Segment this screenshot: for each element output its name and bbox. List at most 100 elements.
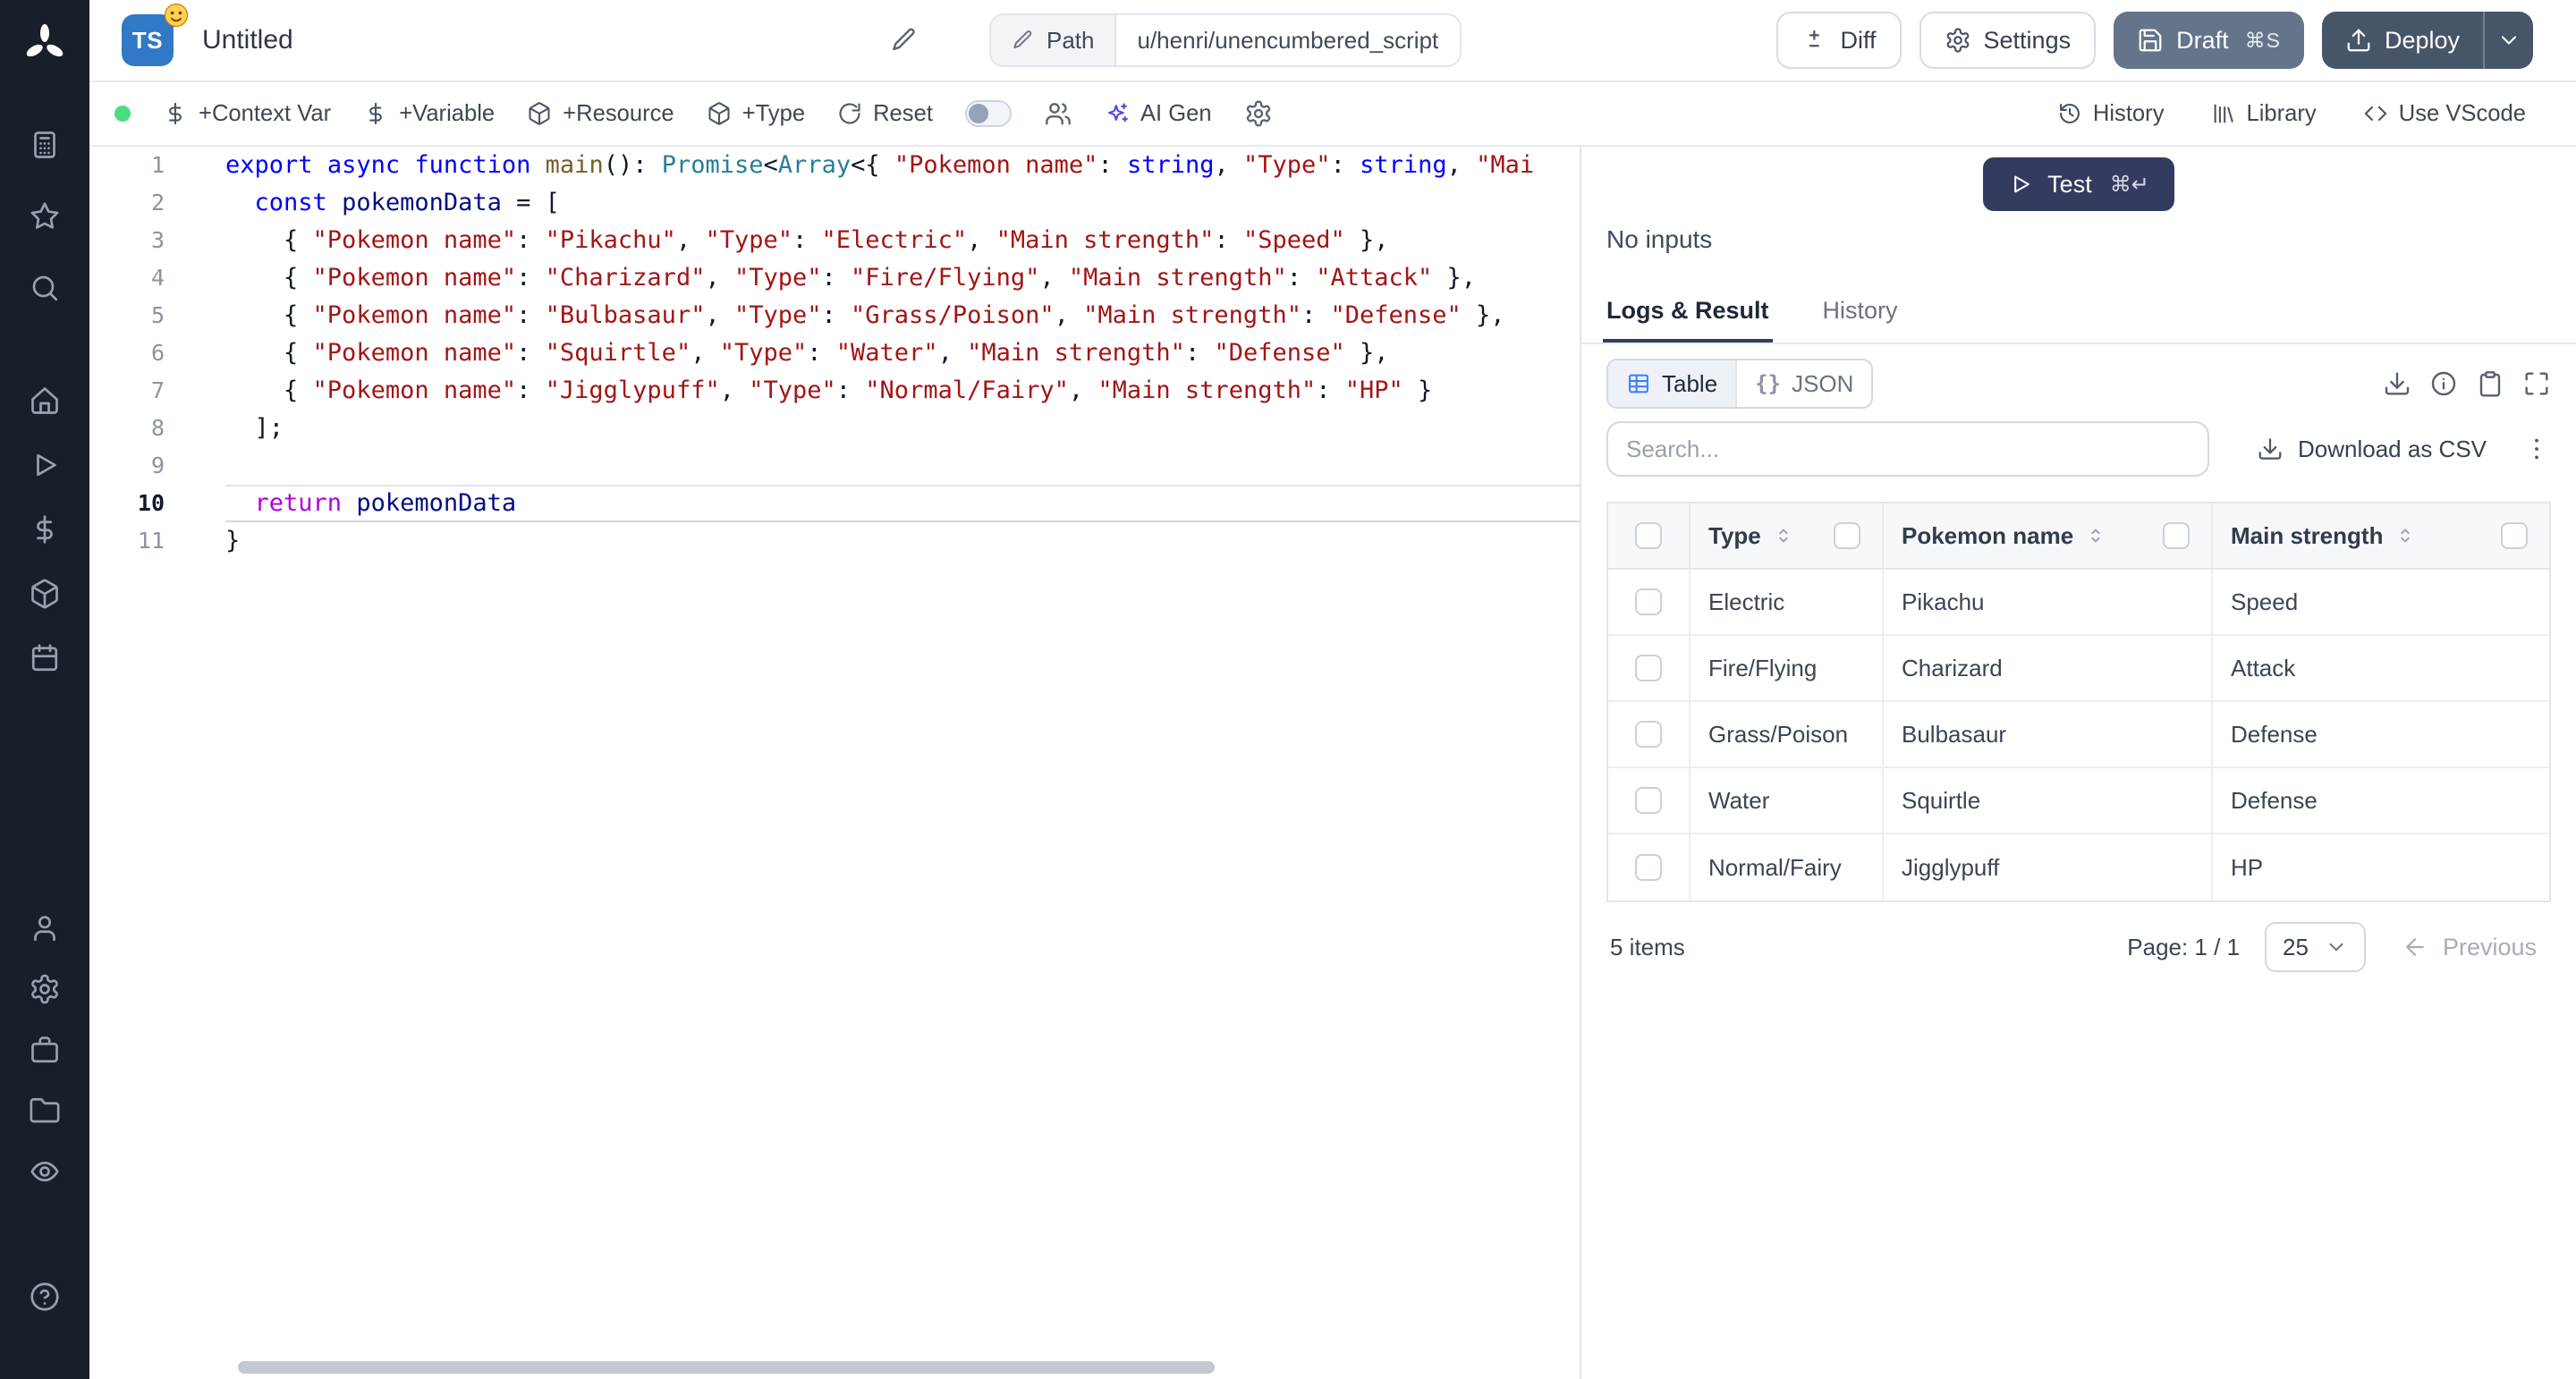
history-button[interactable]: History xyxy=(2057,101,2165,127)
expand-icon[interactable] xyxy=(2522,369,2551,398)
column-checkbox[interactable] xyxy=(2163,522,2190,549)
ai-gen-button[interactable]: AI Gen xyxy=(1105,101,1212,127)
sidebar-item-user user-icon[interactable] xyxy=(29,912,61,944)
view-json-button[interactable]: {} JSON xyxy=(1735,360,1871,407)
code-line-9[interactable]: 9 xyxy=(89,447,1580,485)
table-row[interactable]: Grass/PoisonBulbasaurDefense xyxy=(1608,702,2549,768)
line-number: 8 xyxy=(89,410,165,447)
table-row[interactable]: WaterSquirtleDefense xyxy=(1608,768,2549,834)
sidebar-item-search search-icon[interactable] xyxy=(29,272,61,304)
sidebar-item-help help-icon[interactable] xyxy=(29,1281,61,1313)
sort-icon[interactable] xyxy=(2084,524,2107,547)
draft-shortcut: ⌘S xyxy=(2245,29,2281,53)
sidebar-item-star star-icon[interactable] xyxy=(29,200,61,233)
code-line-8[interactable]: 8 ]; xyxy=(89,410,1580,447)
code-line-11[interactable]: 11} xyxy=(89,522,1580,560)
code-line-3[interactable]: 3 { "Pokemon name": "Pikachu", "Type": "… xyxy=(89,222,1580,259)
search-row: Download as CSV xyxy=(1606,421,2551,477)
sidebar-item-calculator calculator-icon[interactable] xyxy=(29,129,61,161)
diff-button[interactable]: Diff xyxy=(1776,12,1902,69)
library-icon xyxy=(2211,101,2236,126)
save-icon xyxy=(2137,27,2164,54)
column-checkbox[interactable] xyxy=(2501,522,2528,549)
use-vscode-button[interactable]: Use VScode xyxy=(2363,101,2526,127)
line-content: { "Pokemon name": "Squirtle", "Type": "W… xyxy=(225,334,1580,372)
column-header-pokemon-name[interactable]: Pokemon name xyxy=(1884,503,2213,568)
edit-title-pencil-icon[interactable] xyxy=(889,26,918,55)
result-view-toggle: Table {} JSON xyxy=(1606,359,1873,409)
tab-history[interactable]: History xyxy=(1819,286,1902,343)
add-variable-button[interactable]: +Variable xyxy=(363,101,495,127)
sidebar-logo windmill-logo-icon[interactable] xyxy=(21,21,68,68)
settings-button[interactable]: Settings xyxy=(1919,12,2097,69)
path-pill[interactable]: Path u/henri/unencumbered_script xyxy=(989,13,1462,67)
select-all-checkbox[interactable] xyxy=(1635,522,1662,549)
add-context-var-button[interactable]: +Context Var xyxy=(163,101,331,127)
line-content: { "Pokemon name": "Bulbasaur", "Type": "… xyxy=(225,297,1580,334)
editor-toolbar: +Context Var +Variable +Resource +Type R… xyxy=(89,82,2576,147)
users-icon[interactable] xyxy=(1044,99,1072,128)
view-table-button[interactable]: Table xyxy=(1608,360,1735,407)
sidebar-item-folder folder-icon[interactable] xyxy=(29,1095,61,1127)
add-resource-button[interactable]: +Resource xyxy=(527,101,674,127)
sort-icon[interactable] xyxy=(1772,524,1795,547)
table-row[interactable]: ElectricPikachuSpeed xyxy=(1608,570,2549,636)
multiplayer-toggle[interactable] xyxy=(965,100,1012,127)
code-editor[interactable]: 1export async function main(): Promise<A… xyxy=(89,147,1581,1379)
reset-button[interactable]: Reset xyxy=(837,101,933,127)
previous-page-button[interactable]: Previous xyxy=(2391,932,2547,963)
line-number: 1 xyxy=(89,147,165,184)
sidebar-group-help xyxy=(29,1281,61,1313)
copy-to-clipboard-icon[interactable] xyxy=(2476,369,2504,398)
sidebar-item-home home-icon[interactable] xyxy=(29,385,61,417)
path-label: Path xyxy=(1046,27,1095,55)
sidebar-group-top xyxy=(29,129,61,304)
column-header-main-strength[interactable]: Main strength xyxy=(2213,503,2549,568)
tab-logs-result[interactable]: Logs & Result xyxy=(1603,286,1773,343)
code-line-7[interactable]: 7 { "Pokemon name": "Jigglypuff", "Type"… xyxy=(89,372,1580,410)
deploy-button[interactable]: Deploy xyxy=(2322,12,2483,69)
sidebar-item-settings settings-icon[interactable] xyxy=(29,973,61,1005)
download-result-icon[interactable] xyxy=(2383,369,2411,398)
search-input[interactable] xyxy=(1606,421,2209,477)
column-checkbox[interactable] xyxy=(1834,522,1860,549)
row-checkbox[interactable] xyxy=(1635,854,1662,881)
code-line-4[interactable]: 4 { "Pokemon name": "Charizard", "Type":… xyxy=(89,259,1580,297)
row-checkbox[interactable] xyxy=(1635,655,1662,681)
row-checkbox[interactable] xyxy=(1635,721,1662,748)
page-size-select[interactable]: 25 xyxy=(2265,922,2366,972)
sidebar-item-eye eye-icon[interactable] xyxy=(29,1155,61,1188)
deploy-dropdown-button[interactable] xyxy=(2483,12,2533,69)
sidebar-item-calendar calendar-icon[interactable] xyxy=(29,642,61,674)
more-options-kebab-icon[interactable] xyxy=(2522,435,2551,463)
sidebar-item-package package-icon[interactable] xyxy=(29,578,61,610)
library-button[interactable]: Library xyxy=(2211,101,2317,127)
test-button[interactable]: Test ⌘↵ xyxy=(1983,157,2174,211)
sidebar-item-dollar dollar-icon[interactable] xyxy=(29,513,61,546)
download-csv-button[interactable]: Download as CSV xyxy=(2257,436,2487,463)
path-label-segment[interactable]: Path xyxy=(991,15,1116,65)
editor-horizontal-scrollbar[interactable] xyxy=(238,1361,1215,1374)
sidebar-item-play play-icon[interactable] xyxy=(29,449,61,481)
code-line-2[interactable]: 2 const pokemonData = [ xyxy=(89,184,1580,222)
row-checkbox[interactable] xyxy=(1635,588,1662,615)
draft-button[interactable]: Draft ⌘S xyxy=(2114,12,2304,69)
add-type-button[interactable]: +Type xyxy=(707,101,805,127)
toolbar-right: History Library Use VScode xyxy=(2057,101,2526,127)
editor-settings-gear-icon[interactable] xyxy=(1244,99,1273,128)
table-cell: Pikachu xyxy=(1884,570,2213,634)
row-checkbox[interactable] xyxy=(1635,787,1662,814)
code-line-10[interactable]: 10 return pokemonData xyxy=(89,485,1580,522)
info-icon[interactable] xyxy=(2429,369,2458,398)
arrow-left-icon xyxy=(2402,934,2428,960)
code-line-6[interactable]: 6 { "Pokemon name": "Squirtle", "Type": … xyxy=(89,334,1580,372)
code-line-5[interactable]: 5 { "Pokemon name": "Bulbasaur", "Type":… xyxy=(89,297,1580,334)
table-row[interactable]: Fire/FlyingCharizardAttack xyxy=(1608,636,2549,702)
column-header-type[interactable]: Type xyxy=(1690,503,1884,568)
code-line-1[interactable]: 1export async function main(): Promise<A… xyxy=(89,147,1580,184)
table-row[interactable]: Normal/FairyJigglypuffHP xyxy=(1608,834,2549,901)
sort-icon[interactable] xyxy=(2394,524,2417,547)
table-grid-icon xyxy=(1626,371,1651,396)
script-language-badge: TS xyxy=(122,14,174,66)
sidebar-item-briefcase briefcase-icon[interactable] xyxy=(29,1034,61,1066)
